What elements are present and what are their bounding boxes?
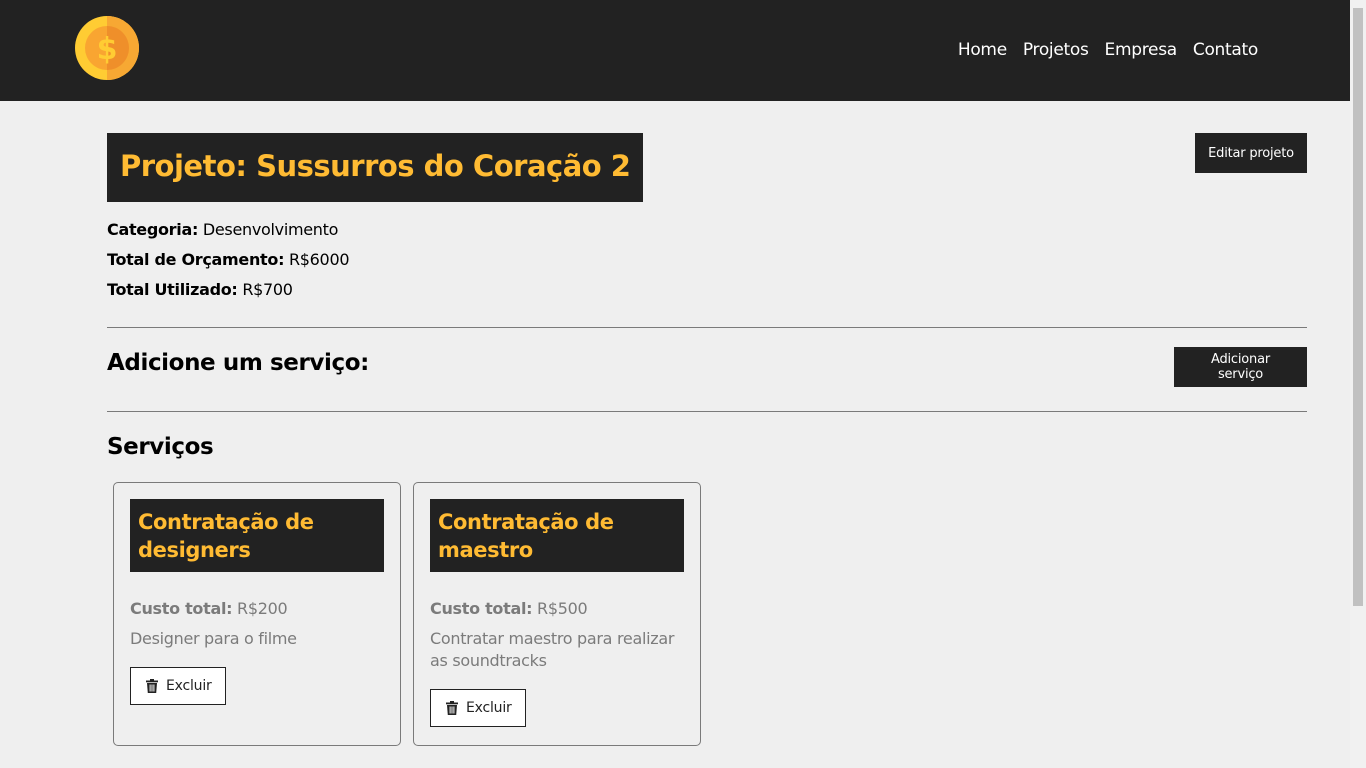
used-label: Total Utilizado: <box>107 280 238 299</box>
service-card: Contratação de designers Custo total: R$… <box>113 482 401 746</box>
category-value: Desenvolvimento <box>202 220 339 239</box>
service-cost-label: Custo total: <box>130 599 233 618</box>
divider <box>107 411 1307 412</box>
used-row: Total Utilizado: R$700 <box>107 280 1307 310</box>
page-scrollbar[interactable] <box>1350 0 1366 768</box>
nav-link-contato[interactable]: Contato <box>1193 40 1258 60</box>
delete-service-button[interactable]: Excluir <box>430 689 526 727</box>
service-cost-value: R$200 <box>237 599 288 618</box>
service-cost: Custo total: R$500 <box>430 599 684 618</box>
used-value: R$700 <box>242 280 293 299</box>
add-service-button[interactable]: Adicionar serviço <box>1174 347 1307 387</box>
service-title: Contratação de designers <box>130 499 384 572</box>
svg-text:$: $ <box>97 32 118 67</box>
service-card: Contratação de maestro Custo total: R$50… <box>413 482 701 746</box>
service-cost: Custo total: R$200 <box>130 599 384 618</box>
edit-project-button[interactable]: Editar projeto <box>1195 133 1307 173</box>
trash-icon <box>146 679 158 693</box>
logo-dollar-coin-icon[interactable]: $ <box>74 15 140 81</box>
add-service-title: Adicione um serviço: <box>107 350 369 376</box>
service-description: Contratar maestro para realizar as sound… <box>430 629 675 670</box>
budget-label: Total de Orçamento: <box>107 250 285 269</box>
service-title: Contratação de maestro <box>430 499 684 572</box>
service-description: Designer para o filme <box>130 629 297 648</box>
category-row: Categoria: Desenvolvimento <box>107 220 1307 250</box>
delete-label: Excluir <box>166 678 212 694</box>
service-cost-label: Custo total: <box>430 599 533 618</box>
services-list: Contratação de designers Custo total: R$… <box>113 482 701 746</box>
nav-menu: Home Projetos Empresa Contato <box>942 40 1258 60</box>
services-title: Serviços <box>107 434 214 460</box>
delete-label: Excluir <box>466 700 512 716</box>
nav-link-projetos[interactable]: Projetos <box>1023 40 1089 60</box>
project-details: Projeto: Sussurros do Coração 2 Editar p… <box>107 133 1307 746</box>
category-label: Categoria: <box>107 220 199 239</box>
divider <box>107 327 1307 328</box>
project-info: Categoria: Desenvolvimento Total de Orça… <box>107 220 1307 310</box>
page: $ Home Projetos Empresa Contato Projeto:… <box>0 0 1350 768</box>
budget-value: R$6000 <box>288 250 350 269</box>
navbar: $ Home Projetos Empresa Contato <box>0 0 1350 101</box>
trash-icon <box>446 701 458 715</box>
nav-link-home[interactable]: Home <box>958 40 1007 60</box>
nav-link-empresa[interactable]: Empresa <box>1105 40 1178 60</box>
delete-service-button[interactable]: Excluir <box>130 667 226 705</box>
budget-row: Total de Orçamento: R$6000 <box>107 250 1307 280</box>
scrollbar-thumb[interactable] <box>1353 8 1363 606</box>
service-cost-value: R$500 <box>537 599 588 618</box>
project-title: Projeto: Sussurros do Coração 2 <box>107 133 644 202</box>
